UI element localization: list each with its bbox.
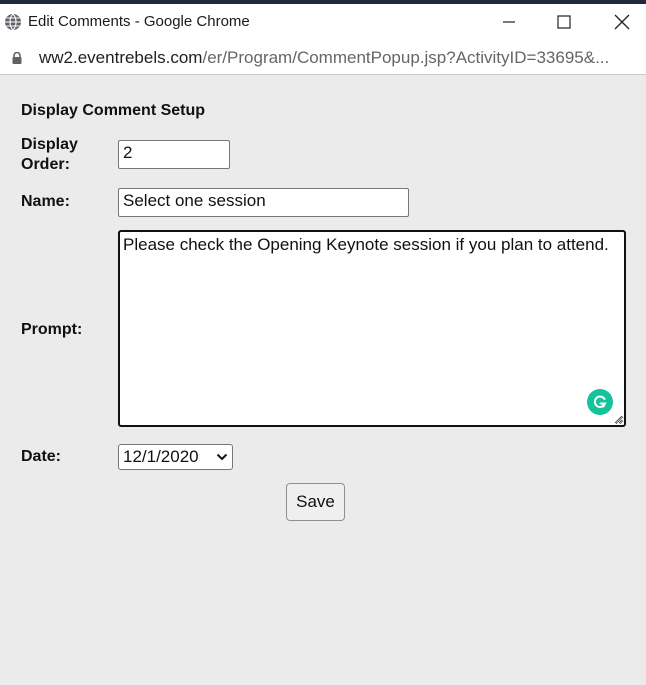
save-button[interactable]: Save: [286, 483, 345, 521]
display-order-label: Display Order:: [21, 135, 78, 175]
date-select-value: 12/1/2020: [123, 447, 199, 466]
name-input[interactable]: Select one session: [118, 188, 409, 217]
window-title: Edit Comments - Google Chrome: [28, 13, 250, 30]
date-select[interactable]: 12/1/2020: [118, 444, 233, 470]
form-heading: Display Comment Setup: [21, 102, 206, 119]
url-path: /er/Program/CommentPopup.jsp?ActivityID=…: [202, 48, 610, 67]
address-bar[interactable]: ww2.eventrebels.com/er/Program/CommentPo…: [0, 40, 646, 75]
resize-handle-icon[interactable]: [613, 414, 623, 424]
lock-icon: [12, 52, 22, 64]
close-button[interactable]: [599, 8, 645, 36]
minimize-icon: [503, 21, 515, 23]
page-content: Display Comment Setup Display Order: 2 N…: [0, 75, 646, 685]
grammarly-icon: [593, 395, 607, 408]
date-label: Date:: [21, 448, 62, 465]
display-order-input[interactable]: 2: [118, 140, 230, 169]
maximize-icon: [557, 15, 571, 29]
globe-icon: [5, 13, 21, 31]
url-text[interactable]: ww2.eventrebels.com/er/Program/CommentPo…: [39, 48, 639, 68]
url-host: ww2.eventrebels.com: [39, 48, 203, 67]
maximize-button[interactable]: [541, 8, 587, 36]
minimize-button[interactable]: [486, 8, 532, 36]
title-bar: Edit Comments - Google Chrome: [0, 4, 646, 40]
chevron-down-icon: [216, 453, 228, 461]
close-icon: [614, 14, 630, 30]
display-order-label-line1: Display: [21, 136, 78, 153]
name-label: Name:: [21, 193, 70, 210]
prompt-label: Prompt:: [21, 321, 83, 338]
grammarly-button[interactable]: [587, 389, 613, 415]
display-order-label-line2: Order:: [21, 156, 70, 173]
prompt-textarea[interactable]: Please check the Opening Keynote session…: [118, 230, 626, 427]
